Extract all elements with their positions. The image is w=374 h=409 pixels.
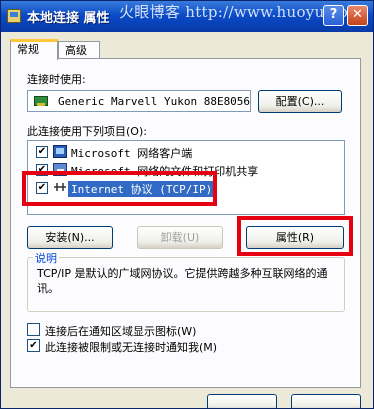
highlight-box-protocol	[22, 171, 217, 206]
uninstall-button-label: 卸载(U)	[160, 231, 200, 244]
show-icon-checkbox[interactable]	[27, 323, 40, 336]
tab-general[interactable]: 常规	[10, 39, 58, 60]
tab-advanced-label: 高级	[65, 44, 87, 57]
tab-general-label: 常规	[17, 43, 39, 56]
install-button[interactable]: 安装(N)...	[27, 226, 113, 249]
highlight-box-properties	[237, 216, 353, 256]
configure-button[interactable]: 配置(C)...	[258, 90, 342, 113]
description-text: TCP/IP 是默认的广域网协议。它提供跨越多种互联网络的通讯。	[37, 267, 328, 295]
network-connection-icon	[7, 9, 21, 23]
notify-label: 此连接被限制或无连接时通知我(M)	[45, 341, 218, 354]
help-button[interactable]: ?	[323, 5, 344, 26]
window-title: 本地连接 属性	[27, 11, 110, 26]
show-icon-label: 连接后在通知区域显示图标(W)	[45, 325, 197, 338]
adapter-name: Generic Marvell Yukon 88E8056	[58, 95, 251, 108]
properties-window: 本地连接 属性 火眼博客 http://www.huoyue.org ? ✕ 常…	[0, 0, 374, 409]
network-adapter-icon	[34, 96, 48, 106]
tab-advanced[interactable]: 高级	[58, 41, 100, 59]
close-button[interactable]: ✕	[347, 5, 368, 26]
list-item-label: Microsoft 网络客户端	[71, 147, 193, 160]
description-title: 说明	[33, 250, 59, 266]
connect-using-label: 连接时使用:	[27, 73, 86, 86]
configure-button-label: 配置(C)...	[275, 95, 325, 108]
notify-checkbox[interactable]: ✔	[27, 339, 40, 352]
adapter-field: Generic Marvell Yukon 88E8056	[27, 90, 251, 112]
network-client-icon	[53, 145, 67, 158]
install-button-label: 安装(N)...	[45, 231, 95, 244]
item-checkbox[interactable]: ✔	[36, 146, 48, 158]
components-label: 此连接使用下列项目(O):	[27, 125, 147, 138]
title-bar[interactable]: 本地连接 属性 火眼博客 http://www.huoyue.org ? ✕	[1, 1, 373, 32]
cancel-button[interactable]	[291, 394, 361, 408]
ok-button[interactable]	[207, 394, 277, 408]
list-item[interactable]: ✔ Microsoft 网络客户端	[31, 144, 331, 160]
uninstall-button[interactable]: 卸载(U)	[137, 226, 223, 249]
